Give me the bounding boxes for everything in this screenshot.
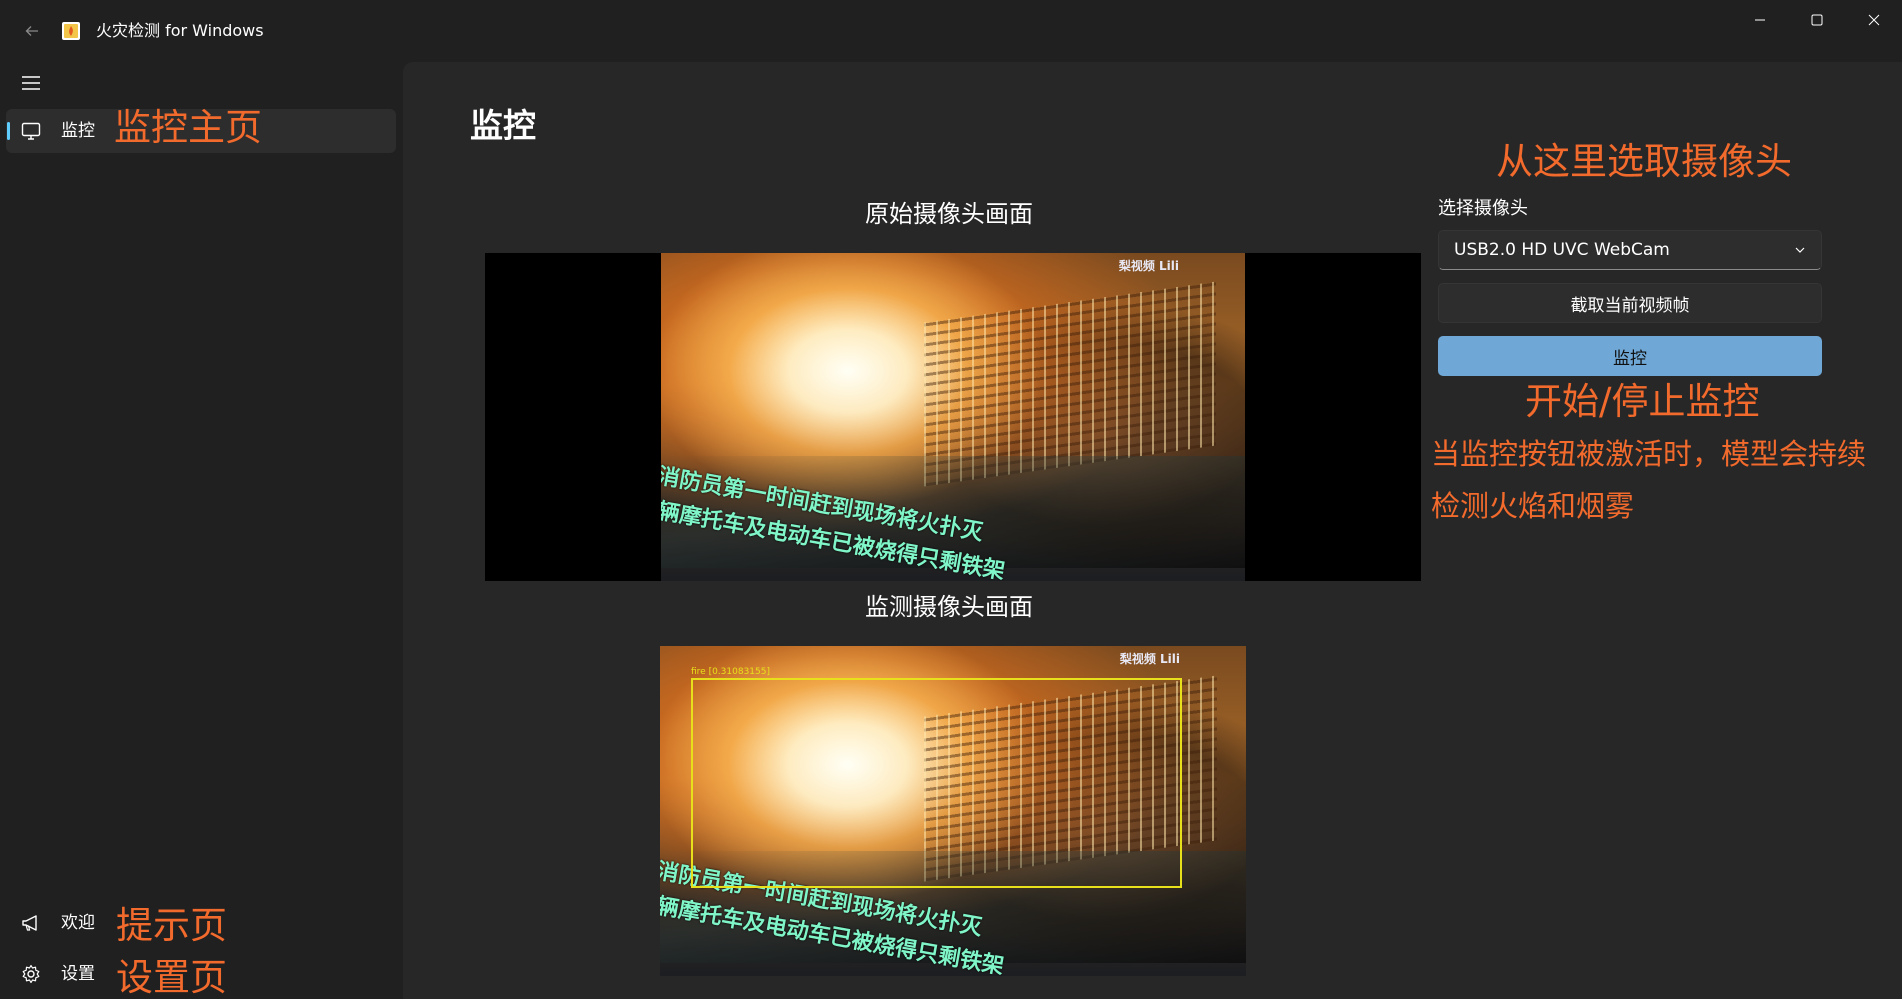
app-window: 火灾检测 for Windows 监控 欢迎 设置 监控主页 提示页 设置页 监… xyxy=(0,0,1902,999)
annotation-tips-page: 提示页 xyxy=(116,904,227,947)
detection-label: fire [0.31083155] xyxy=(691,667,770,677)
annotation-settings-page: 设置页 xyxy=(116,956,227,999)
back-arrow-icon xyxy=(25,26,38,36)
app-title: 火灾检测 for Windows xyxy=(96,21,264,40)
annotation-monitor-explain-2: 检测火焰和烟雾 xyxy=(1431,489,1635,523)
page-title: 监控 xyxy=(470,106,536,145)
original-camera-view: 梨视频 Lili 消防员第一时间赶到现场将火扑灭 辆摩托车及电动车已被烧得只剩铁… xyxy=(485,253,1421,581)
grab-frame-button[interactable]: 截取当前视频帧 xyxy=(1438,283,1822,323)
close-button[interactable] xyxy=(1851,6,1897,34)
menu-toggle-button[interactable] xyxy=(20,72,42,94)
app-logo-icon xyxy=(61,21,81,41)
sidebar-item-label: 设置 xyxy=(61,964,95,984)
hamburger-icon xyxy=(22,76,40,90)
annotation-select-camera: 从这里选取摄像头 xyxy=(1496,140,1792,183)
chevron-down-icon xyxy=(1793,243,1807,257)
monitor-toggle-button[interactable]: 监控 xyxy=(1438,336,1822,376)
detection-bounding-box xyxy=(691,678,1182,888)
megaphone-icon xyxy=(20,912,42,934)
camera-select-label: 选择摄像头 xyxy=(1438,198,1528,219)
original-feed-heading: 原始摄像头画面 xyxy=(865,200,1033,228)
annotation-monitor-explain-1: 当监控按钮被激活时，模型会持续 xyxy=(1431,437,1867,471)
monitor-icon xyxy=(20,120,42,142)
sidebar-item-label: 欢迎 xyxy=(61,913,95,933)
detected-camera-view: 梨视频 Lili 消防员第一时间赶到现场将火扑灭 辆摩托车及电动车已被烧得只剩铁… xyxy=(660,646,1246,976)
detected-video-frame: 梨视频 Lili 消防员第一时间赶到现场将火扑灭 辆摩托车及电动车已被烧得只剩铁… xyxy=(660,646,1246,976)
annotation-monitor-home: 监控主页 xyxy=(114,106,262,149)
annotation-start-stop: 开始/停止监控 xyxy=(1525,380,1760,423)
original-video-frame: 梨视频 Lili 消防员第一时间赶到现场将火扑灭 辆摩托车及电动车已被烧得只剩铁… xyxy=(661,253,1245,581)
sidebar-item-label: 监控 xyxy=(61,121,95,141)
video-watermark: 梨视频 Lili xyxy=(1118,259,1179,273)
close-icon xyxy=(1868,14,1880,26)
back-button[interactable] xyxy=(17,16,47,46)
camera-select[interactable]: USB2.0 HD UVC WebCam xyxy=(1438,230,1822,270)
minimize-button[interactable] xyxy=(1737,6,1783,34)
gear-icon xyxy=(20,963,42,985)
video-watermark: 梨视频 Lili xyxy=(1119,652,1180,666)
selected-indicator xyxy=(7,122,10,140)
maximize-icon xyxy=(1811,14,1823,26)
minimize-icon xyxy=(1755,19,1765,21)
camera-select-value: USB2.0 HD UVC WebCam xyxy=(1454,240,1670,260)
title-bar: 火灾检测 for Windows xyxy=(0,0,1902,60)
detected-feed-heading: 监测摄像头画面 xyxy=(865,593,1033,621)
maximize-button[interactable] xyxy=(1794,6,1840,34)
